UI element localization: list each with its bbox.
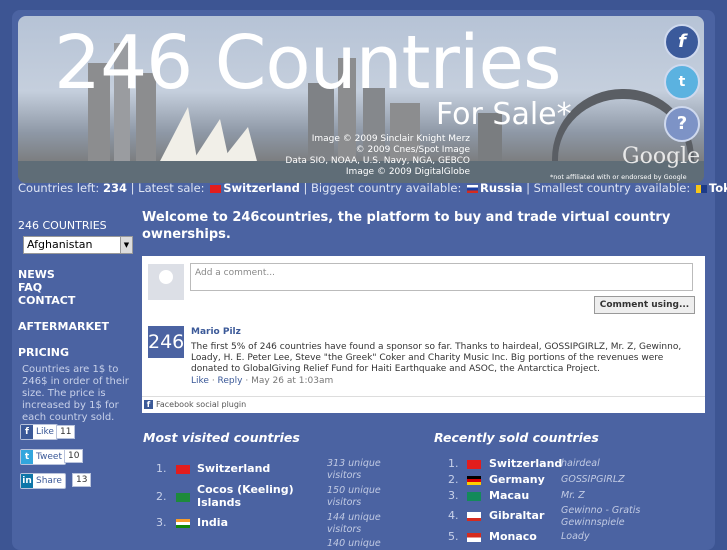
gibraltar-flag-icon xyxy=(467,512,481,521)
smallest-country-label: | Smallest country available: xyxy=(526,181,691,195)
disclaimer: *not affiliated with or endorsed by Goog… xyxy=(550,173,687,181)
switzerland-flag-icon xyxy=(210,184,222,193)
google-logo: Google xyxy=(622,144,701,169)
tweet-button[interactable]: t Tweet xyxy=(20,449,66,465)
facebook-icon[interactable]: f xyxy=(664,24,700,60)
countries-left-count: 234 xyxy=(102,181,127,195)
facebook-plugin-footer[interactable]: f Facebook social plugin xyxy=(142,396,705,412)
banner: 246 Countries For Sale* Image © 2009 Sin… xyxy=(18,16,704,183)
rank: 3. xyxy=(448,489,459,502)
rank: 1. xyxy=(448,457,459,470)
rank: 5. xyxy=(448,530,459,543)
nav-faq[interactable]: FAQ xyxy=(18,281,42,294)
plugin-label: Facebook social plugin xyxy=(156,400,247,409)
comment-like-link[interactable]: Like xyxy=(191,376,209,386)
twitter-bird-icon: t xyxy=(21,450,33,464)
country-name[interactable]: Germany xyxy=(489,473,564,486)
credit-line: Image © 2009 DigitalGlobe xyxy=(345,167,470,177)
countries-heading: 246 COUNTRIES xyxy=(18,219,107,232)
buyer-name: Loady xyxy=(561,531,590,542)
comment-input[interactable]: Add a comment... xyxy=(190,263,693,291)
india-flag-icon xyxy=(176,519,190,528)
share-count: 13 xyxy=(72,473,92,487)
russia-flag-icon xyxy=(467,184,479,193)
rank: 4. xyxy=(448,509,459,522)
share-label: Share xyxy=(36,476,62,486)
status-line: Countries left: 234 | Latest sale: Switz… xyxy=(18,181,727,195)
pricing-text: Countries are 1$ to 246$ in order of the… xyxy=(22,364,129,423)
facebook-comments-box: Add a comment... Comment using... 246 Ma… xyxy=(142,256,705,413)
tokelau-flag-icon xyxy=(695,184,707,193)
country-name[interactable]: Switzerland xyxy=(197,462,297,475)
like-label: Like xyxy=(36,427,54,437)
comment-author-avatar: 246 xyxy=(148,326,184,358)
buyer-name: Gewinno - Gratis Gewinnspiele xyxy=(561,505,641,528)
comment-text: The first 5% of 246 countries have found… xyxy=(191,342,682,374)
linkedin-icon: in xyxy=(21,474,33,488)
buyer-name: hairdeal xyxy=(561,458,600,469)
tweet-count: 10 xyxy=(64,449,84,463)
countries-label: COUNTRIES xyxy=(42,219,107,232)
biggest-country-label: | Biggest country available: xyxy=(303,181,462,195)
cocos-islands-flag-icon xyxy=(176,493,190,502)
comment-using-button[interactable]: Comment using... xyxy=(594,296,695,314)
banner-title: 246 Countries xyxy=(54,20,562,106)
nav-news[interactable]: NEWS xyxy=(18,268,55,281)
macau-flag-icon xyxy=(467,492,481,501)
comment-reply-link[interactable]: Reply xyxy=(218,376,243,386)
buyer-name: Mr. Z xyxy=(561,490,585,501)
countries-count: 246 xyxy=(18,219,39,232)
visitor-count: 313 unique visitors xyxy=(327,458,381,481)
help-icon[interactable]: ? xyxy=(664,106,700,142)
country-select[interactable]: Afghanistan ▼ xyxy=(23,236,133,254)
facebook-like-button[interactable]: f Like xyxy=(20,424,58,440)
linkedin-share-button[interactable]: in Share xyxy=(20,473,66,489)
country-name[interactable]: Macau xyxy=(489,489,564,502)
rank: 3. xyxy=(156,516,167,529)
germany-flag-icon xyxy=(467,476,481,485)
facebook-icon: f xyxy=(144,400,153,409)
country-select-value: Afghanistan xyxy=(27,238,93,251)
nav-aftermarket[interactable]: AFTERMARKET xyxy=(18,320,109,333)
buyer-name: GOSSIPGIRLZ xyxy=(561,474,625,485)
country-name[interactable]: Gibraltar xyxy=(489,509,564,522)
country-name[interactable]: India xyxy=(197,516,297,529)
most-visited-title: Most visited countries xyxy=(143,430,300,445)
thumb-up-icon: f xyxy=(21,425,33,439)
avatar xyxy=(148,264,184,300)
like-count: 11 xyxy=(56,425,76,439)
comment-author[interactable]: Mario Pilz xyxy=(191,327,241,337)
visitor-count: 144 unique visitors xyxy=(327,512,381,535)
comment-meta: Like · Reply · May 26 at 1:03am xyxy=(191,376,334,386)
tweet-label: Tweet xyxy=(36,452,62,462)
rank: 2. xyxy=(156,490,167,503)
credit-line: Data SIO, NOAA, U.S. Navy, NGA, GEBCO xyxy=(285,156,470,166)
banner-subtitle: For Sale* xyxy=(436,97,572,132)
monaco-flag-icon xyxy=(467,533,481,542)
countries-left-label: Countries left: xyxy=(18,181,100,195)
comment-date: May 26 at 1:03am xyxy=(251,376,334,386)
chevron-down-icon[interactable]: ▼ xyxy=(120,237,132,253)
recently-sold-title: Recently sold countries xyxy=(434,430,599,445)
country-name[interactable]: Monaco xyxy=(489,530,564,543)
latest-sale-link[interactable]: Switzerland xyxy=(223,181,300,195)
twitter-icon[interactable]: t xyxy=(664,64,700,100)
country-name[interactable]: Switzerland xyxy=(489,457,564,470)
switzerland-flag-icon xyxy=(467,460,481,469)
credit-line: Image © 2009 Sinclair Knight Merz xyxy=(311,134,470,144)
latest-sale-label: | Latest sale: xyxy=(130,181,205,195)
welcome-heading: Welcome to 246countries, the platform to… xyxy=(142,210,671,242)
nav-contact[interactable]: CONTACT xyxy=(18,294,75,307)
switzerland-flag-icon xyxy=(176,465,190,474)
visitor-count: 140 unique xyxy=(327,538,381,549)
country-name[interactable]: Cocos (Keeling) Islands xyxy=(197,483,302,509)
smallest-country-link[interactable]: Tokelau xyxy=(709,181,727,195)
credit-line: © 2009 Cnes/Spot Image xyxy=(355,145,470,155)
biggest-country-link[interactable]: Russia xyxy=(480,181,522,195)
rank: 1. xyxy=(156,462,167,475)
visitor-count: 150 unique visitors xyxy=(327,485,381,508)
image-credits: Image © 2009 Sinclair Knight Merz © 2009… xyxy=(270,134,470,178)
rank: 2. xyxy=(448,473,459,486)
nav-pricing[interactable]: PRICING xyxy=(18,346,69,359)
